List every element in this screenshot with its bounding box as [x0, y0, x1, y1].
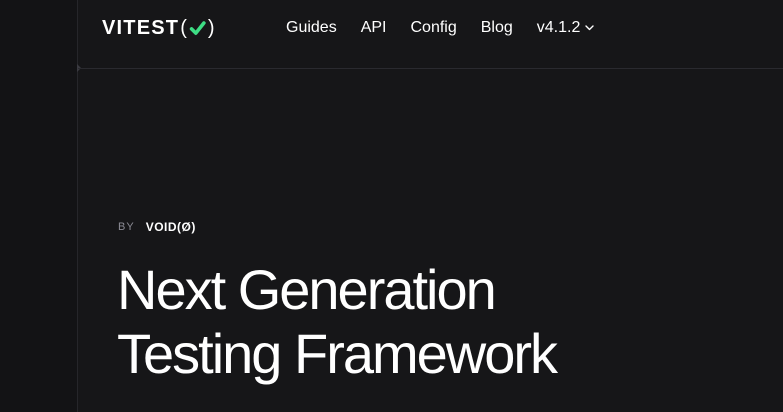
hero-title: Next Generation Testing Framework: [117, 258, 558, 386]
hero-title-line-1: Next Generation: [117, 258, 497, 321]
check-icon: [189, 20, 206, 35]
nav-link-blog[interactable]: Blog: [481, 19, 513, 37]
byline-by-label: BY: [118, 221, 135, 233]
hero-title-line-2: Testing Framework: [117, 322, 558, 385]
void-brand-link[interactable]: VOID(Ø): [146, 220, 196, 234]
left-rail-border: [77, 0, 78, 412]
version-label: v4.1.2: [536, 19, 581, 36]
logo-link[interactable]: VITEST ( ): [102, 15, 216, 41]
logo-paren-open: (: [180, 16, 187, 39]
page: VITEST ( ) Guides API Config Blog v4.1.2…: [0, 0, 783, 412]
nav-link-api[interactable]: API: [361, 19, 387, 37]
logo-paren-close: ): [207, 16, 215, 39]
logo-text: VITEST: [102, 16, 180, 39]
chevron-down-icon: [585, 25, 595, 31]
nav-link-config[interactable]: Config: [411, 19, 457, 37]
byline: BY VOID(Ø): [118, 219, 196, 235]
main-nav: Guides API Config Blog v4.1.2: [286, 17, 595, 39]
navbar-divider: [78, 68, 783, 69]
left-rail: [0, 0, 78, 412]
version-dropdown[interactable]: v4.1.2: [537, 19, 595, 37]
nav-link-guides[interactable]: Guides: [286, 19, 337, 37]
top-navbar: VITEST ( ) Guides API Config Blog v4.1.2: [0, 0, 783, 56]
